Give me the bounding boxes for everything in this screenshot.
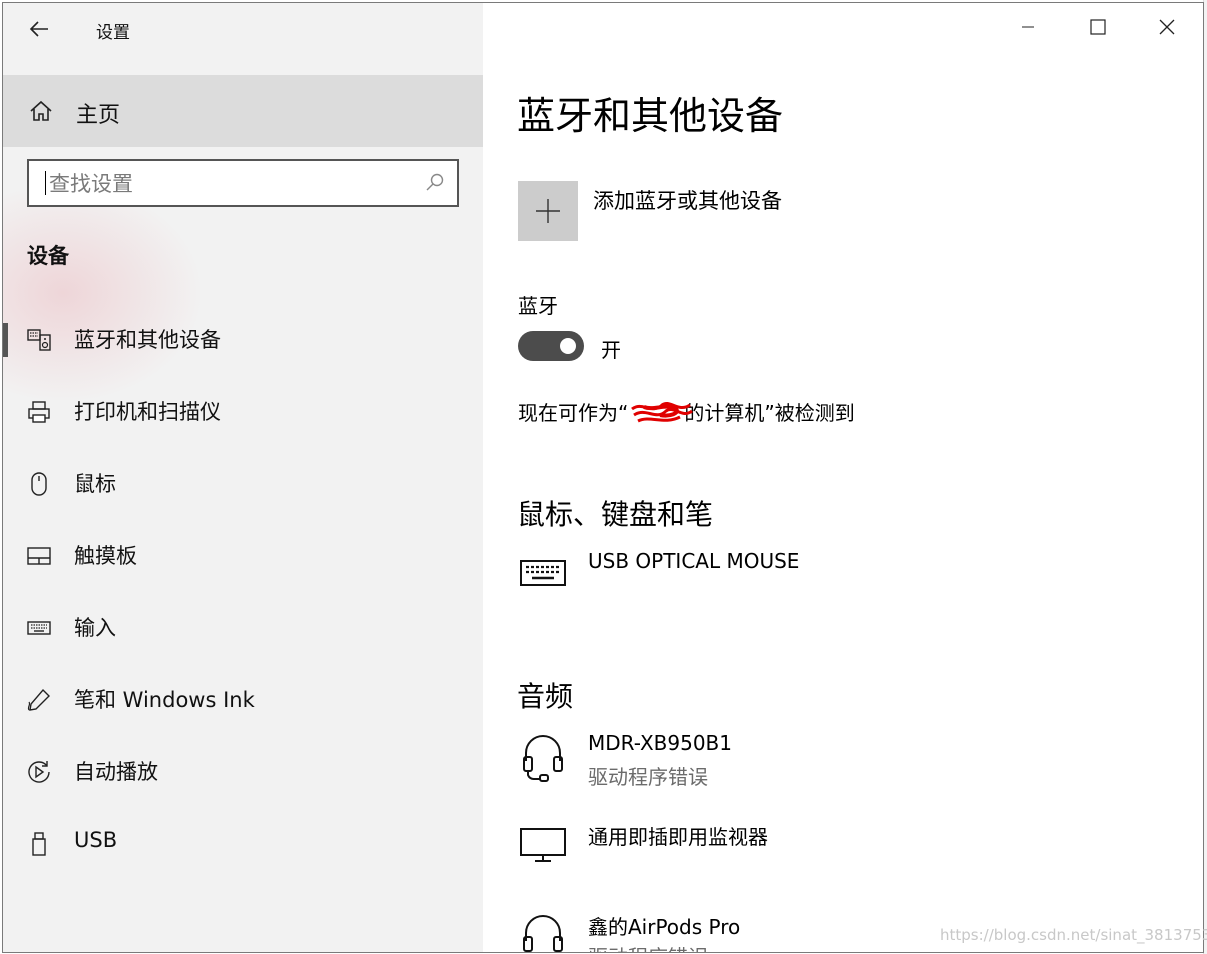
sidebar-item-home-label: 主页	[76, 103, 121, 128]
sidebar-item-label: 自动播放	[74, 760, 158, 784]
keyboard-icon	[520, 560, 566, 586]
touchpad-icon	[27, 547, 51, 565]
sidebar-item-label: 打印机和扫描仪	[74, 400, 221, 424]
main-pane: 蓝牙和其他设备 添加蓝牙或其他设备 蓝牙 开 现在可作为“ 的计算机”被检测到 鼠…	[483, 3, 1203, 952]
headphones-icon	[523, 915, 563, 952]
app-title: 设置	[96, 23, 130, 43]
minimize-button[interactable]	[994, 3, 1062, 51]
maximize-button[interactable]	[1064, 3, 1132, 51]
device-item[interactable]: USB OPTICAL MOUSE	[518, 549, 1118, 613]
monitor-icon	[520, 828, 566, 862]
device-name: 鑫的AirPods Pro	[588, 915, 741, 939]
device-name: 通用即插即用监视器	[588, 825, 768, 849]
minimize-icon	[1022, 26, 1034, 28]
redaction-scribble	[631, 402, 693, 423]
search-input[interactable]	[47, 167, 411, 201]
discoverable-suffix: 的计算机”被检测到	[684, 401, 855, 425]
printer-icon	[28, 401, 50, 423]
titlebar-left: 设置	[3, 3, 483, 53]
sidebar-item-touchpad[interactable]: 触摸板	[3, 524, 483, 588]
mouse-icon	[31, 472, 47, 496]
active-indicator	[3, 323, 8, 357]
autoplay-icon	[28, 761, 50, 783]
headset-icon	[523, 735, 563, 782]
sidebar-item-label: 输入	[74, 616, 116, 640]
sidebar-item-label: 鼠标	[74, 472, 116, 496]
search-box[interactable]	[27, 159, 459, 207]
add-device-button[interactable]	[518, 181, 578, 241]
section-title-audio: 音频	[517, 680, 574, 713]
search-icon[interactable]	[425, 172, 445, 192]
device-name: MDR-XB950B1	[588, 731, 733, 755]
close-icon	[1159, 19, 1175, 35]
home-icon	[30, 100, 52, 121]
sidebar-item-home[interactable]: 主页	[3, 75, 483, 147]
device-item[interactable]: MDR-XB950B1 驱动程序错误	[518, 731, 1118, 795]
sidebar-item-pen[interactable]: 笔和 Windows Ink	[3, 668, 483, 732]
plus-icon	[536, 199, 560, 223]
sidebar-item-usb[interactable]: USB	[3, 812, 483, 876]
device-status: 驱动程序错误	[588, 765, 708, 789]
sidebar-item-label: USB	[74, 828, 118, 852]
back-arrow-icon	[29, 21, 48, 37]
device-item[interactable]: 通用即插即用监视器	[518, 821, 1118, 885]
watermark: https://blog.csdn.net/sinat_38137531	[940, 926, 1207, 944]
sidebar-item-printers[interactable]: 打印机和扫描仪	[3, 380, 483, 444]
pen-icon	[27, 688, 50, 711]
sidebar-item-label: 笔和 Windows Ink	[74, 688, 255, 712]
sidebar-item-typing[interactable]: 输入	[3, 596, 483, 660]
sidebar: 设置 主页 设备 蓝	[3, 3, 483, 952]
settings-window: 设置 主页 设备 蓝	[2, 2, 1204, 953]
close-button[interactable]	[1133, 3, 1201, 51]
sidebar-item-bluetooth[interactable]: 蓝牙和其他设备	[3, 308, 483, 372]
sidebar-section-title: 设备	[27, 244, 69, 268]
text-caret	[45, 171, 46, 195]
device-status: 驱动程序错误	[588, 941, 708, 952]
bluetooth-devices-icon	[27, 329, 51, 351]
bluetooth-header: 蓝牙	[518, 294, 558, 318]
back-button[interactable]	[23, 13, 55, 45]
section-title-input-devices: 鼠标、键盘和笔	[517, 498, 714, 531]
add-device-label[interactable]: 添加蓝牙或其他设备	[593, 185, 782, 215]
sidebar-item-label: 蓝牙和其他设备	[74, 328, 221, 352]
toggle-knob	[560, 338, 576, 354]
page-title: 蓝牙和其他设备	[517, 94, 784, 138]
device-name: USB OPTICAL MOUSE	[588, 549, 800, 573]
bluetooth-toggle-label: 开	[601, 338, 621, 362]
sidebar-item-mouse[interactable]: 鼠标	[3, 452, 483, 516]
bluetooth-toggle[interactable]	[518, 331, 584, 361]
keyboard-icon	[27, 621, 51, 635]
sidebar-item-autoplay[interactable]: 自动播放	[3, 740, 483, 804]
sidebar-item-label: 触摸板	[74, 544, 137, 568]
maximize-icon	[1090, 19, 1106, 35]
discoverable-prefix: 现在可作为“	[518, 401, 629, 425]
usb-icon	[32, 832, 46, 856]
